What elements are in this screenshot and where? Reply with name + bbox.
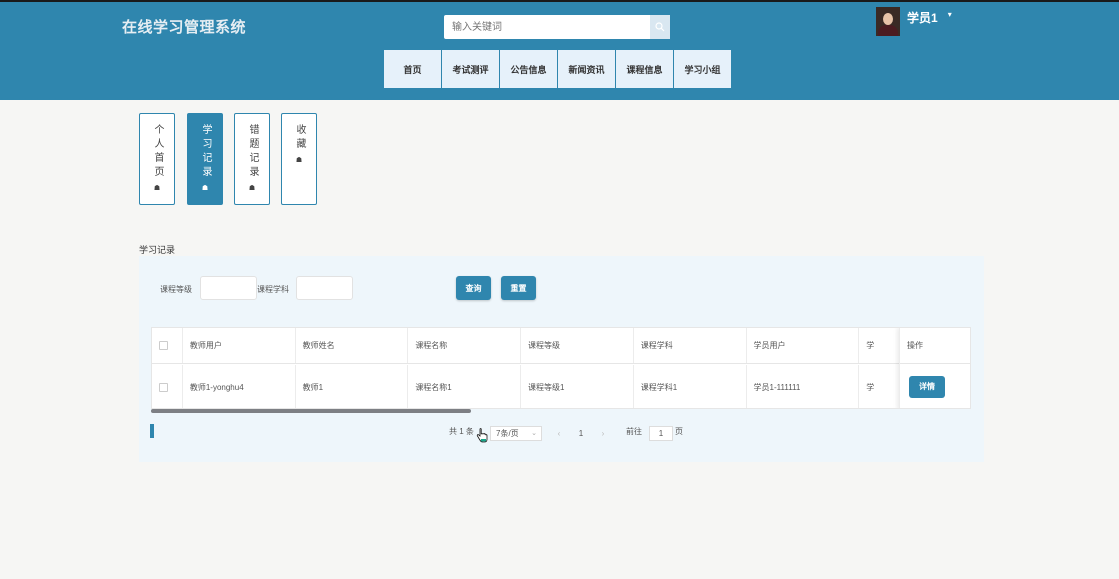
course-subject-input[interactable] [296,276,353,300]
operation-header: 操作 [900,328,970,364]
search-input[interactable] [444,15,650,39]
row-select-cell [152,365,183,408]
course-level-input[interactable] [200,276,257,300]
search-button[interactable] [650,15,670,39]
column-header: 教师姓名 [296,328,409,363]
goto-page-input[interactable]: 1 [649,426,673,441]
page-size-select[interactable]: 7条/页 ⌄ [490,426,542,441]
home-icon: ☗ [248,185,256,192]
tab-label: 学习记录 [200,124,211,180]
column-header: 学员用户 [747,328,860,363]
user-menu[interactable]: 学员1 ▾ [876,7,952,36]
table-cell: 课程等级1 [521,365,634,408]
top-header: 在线学习管理系统 学员1 ▾ 首页 考试测评 公告信息 新闻资讯 课程信息 学习… [0,0,1119,100]
search-box [444,15,670,39]
detail-button[interactable]: 详情 [909,375,945,398]
select-all-checkbox[interactable] [159,341,168,350]
chevron-down-icon[interactable]: ▾ [948,10,952,19]
chevron-down-icon: ⌄ [531,430,537,437]
tab-label: 收藏 [294,124,305,152]
header-scallop-border [0,96,1119,104]
table-header-row: 教师用户 教师姓名 课程名称 课程等级 课程学科 学员用户 学 [152,328,970,364]
nav-item-news[interactable]: 新闻资讯 [558,50,615,88]
next-page-button[interactable]: › [596,426,610,441]
select-all-cell [152,328,183,363]
horizontal-scrollbar[interactable] [151,409,471,413]
study-record-table: 教师用户 教师姓名 课程名称 课程等级 课程学科 学员用户 学 教师1-yong… [151,327,971,409]
course-subject-label: 课程学科 [257,285,289,294]
tab-label: 个人首页 [152,124,163,180]
row-checkbox[interactable] [159,383,168,392]
section-title: 学习记录 [139,245,176,255]
nav-item-notice[interactable]: 公告信息 [500,50,557,88]
page-suffix-label: 页 [675,427,683,436]
prev-page-button[interactable]: ‹ [552,426,566,441]
operation-column: 操作 详情 [899,328,970,408]
tab-personal-home[interactable]: 个人首页 ☗ [139,113,175,205]
column-header: 课程学科 [634,328,747,363]
table-cell: 教师1 [296,365,409,408]
pagination-total: 共 1 条 [449,427,474,436]
tab-wrong-questions[interactable]: 错题记录 ☗ [234,113,270,205]
column-header: 课程等级 [521,328,634,363]
goto-label: 前往 [626,427,642,436]
column-header: 教师用户 [183,328,296,363]
nav-item-home[interactable]: 首页 [384,50,441,88]
hand-cursor-icon [476,428,488,443]
nav-item-course[interactable]: 课程信息 [616,50,673,88]
nav-item-exam[interactable]: 考试测评 [442,50,499,88]
table-cell: 学员1-111111 [747,365,860,408]
study-record-panel: 课程等级 课程学科 查询 重置 教师用户 教师姓名 课程名称 课程等级 课程学科… [139,256,984,462]
home-icon: ☗ [201,185,209,192]
query-button[interactable]: 查询 [456,276,491,300]
column-header: 课程名称 [408,328,522,363]
table-row: 教师1-yonghu4 教师1 课程名称1 课程等级1 课程学科1 学员1-11… [152,365,970,408]
search-icon [655,22,665,32]
app-title: 在线学习管理系统 [122,19,247,36]
home-icon: ☗ [153,185,161,192]
reset-button[interactable]: 重置 [501,276,536,300]
tab-favorites[interactable]: 收藏 ☗ [281,113,317,205]
home-icon: ☗ [295,157,303,164]
course-level-label: 课程等级 [160,285,192,294]
main-nav: 首页 考试测评 公告信息 新闻资讯 课程信息 学习小组 [384,50,732,88]
table-cell: 课程名称1 [408,365,522,408]
avatar [876,7,900,36]
table-cell: 教师1-yonghu4 [183,365,296,408]
table-cell: 课程学科1 [634,365,747,408]
user-name: 学员1 [907,11,938,25]
page-size-value: 7条/页 [496,429,519,438]
tab-label: 错题记录 [247,124,258,180]
nav-item-group[interactable]: 学习小组 [674,50,731,88]
page-number-current[interactable]: 1 [572,426,590,441]
tab-study-record[interactable]: 学习记录 ☗ [187,113,223,205]
side-marker [150,424,154,438]
